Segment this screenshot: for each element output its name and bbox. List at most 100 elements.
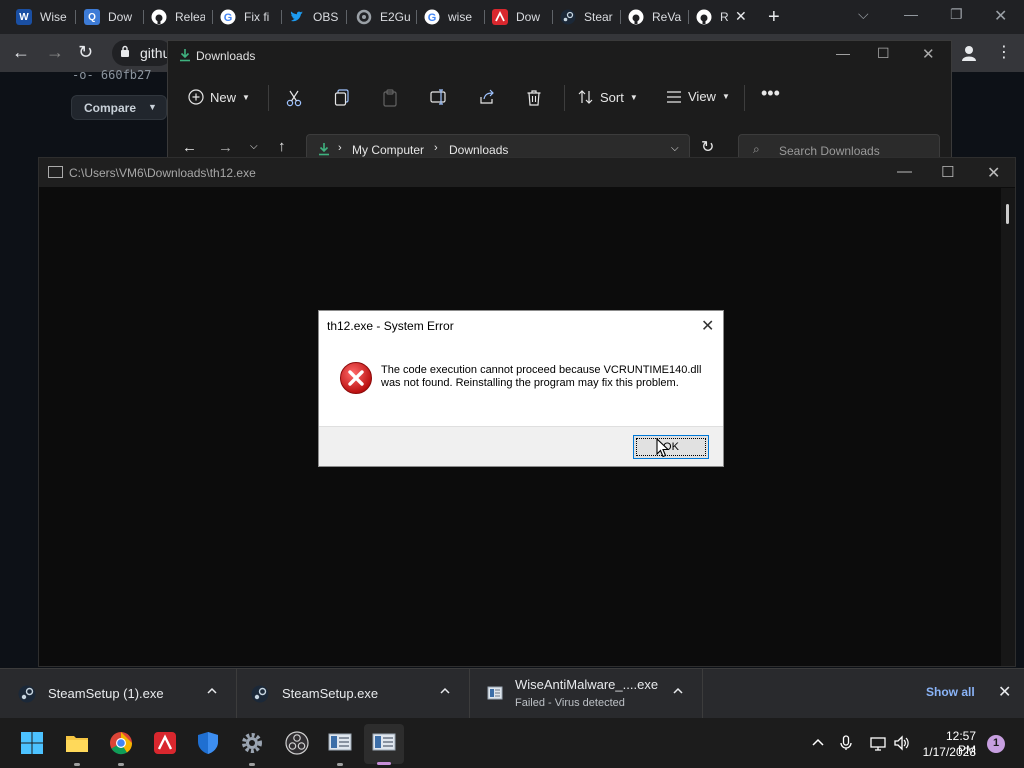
- new-tab-button[interactable]: +: [768, 6, 780, 29]
- reload-icon[interactable]: ↻: [78, 42, 93, 63]
- forward-arrow-icon[interactable]: →: [218, 139, 233, 156]
- tab-fix-files[interactable]: G Fix fi: [220, 4, 274, 30]
- refresh-icon[interactable]: ↻: [701, 137, 714, 157]
- minimize-icon[interactable]: —: [897, 163, 912, 180]
- file-explorer-window: Downloads — ☐ ✕ New ▼ Sort ▼ View ▼ ••• …: [167, 40, 952, 170]
- svg-text:G: G: [224, 12, 233, 24]
- obs-icon[interactable]: [285, 731, 309, 755]
- clock-date[interactable]: 1/17/2023: [918, 745, 976, 759]
- console-title: C:\Users\VM6\Downloads\th12.exe: [69, 166, 256, 180]
- console-app-icon[interactable]: [372, 731, 396, 755]
- more-dots-icon: •••: [761, 83, 780, 103]
- more-options-button[interactable]: •••: [761, 83, 780, 104]
- maximize-icon[interactable]: ☐: [941, 163, 954, 181]
- error-icon: [340, 362, 372, 394]
- chrome-icon[interactable]: [109, 731, 133, 755]
- microphone-icon[interactable]: [838, 735, 854, 751]
- forward-arrow-icon[interactable]: →: [46, 42, 64, 63]
- maximize-icon[interactable]: ☐: [877, 45, 890, 62]
- chevron-up-icon[interactable]: [439, 685, 451, 697]
- show-all-link[interactable]: Show all: [926, 685, 975, 699]
- chevron-up-icon[interactable]: [206, 685, 218, 697]
- chevron-right-icon: ›: [338, 142, 342, 154]
- back-arrow-icon[interactable]: ←: [182, 139, 197, 156]
- chevron-down-icon: ▼: [721, 92, 730, 101]
- file-icon: [487, 686, 503, 700]
- chevron-down-icon: ▼: [148, 102, 157, 112]
- share-button[interactable]: [478, 89, 502, 105]
- minimize-icon[interactable]: —: [904, 6, 918, 22]
- tab-avira-download[interactable]: Dow: [492, 4, 544, 30]
- close-icon[interactable]: ✕: [998, 682, 1011, 702]
- minimize-icon[interactable]: —: [836, 45, 850, 61]
- new-button[interactable]: New ▼: [188, 89, 250, 105]
- console-scrollbar[interactable]: [1001, 188, 1015, 666]
- back-arrow-icon[interactable]: ←: [12, 42, 30, 63]
- steam-icon: [251, 685, 269, 703]
- lock-icon: [121, 45, 129, 57]
- browser-menu-icon[interactable]: ⋮: [996, 42, 1012, 62]
- windows-start-icon[interactable]: [20, 731, 44, 755]
- error-message: The code execution cannot proceed becaus…: [381, 364, 702, 389]
- close-icon[interactable]: ✕: [922, 45, 935, 63]
- tab-obs[interactable]: OBS: [289, 4, 339, 30]
- windows-security-icon[interactable]: [196, 731, 220, 755]
- github-icon: [151, 9, 167, 25]
- search-icon: ⌕: [753, 142, 760, 156]
- tab-wise[interactable]: W Wise: [16, 4, 68, 30]
- copy-button[interactable]: [334, 89, 356, 107]
- notification-badge[interactable]: 1: [987, 735, 1005, 753]
- github-icon: [628, 9, 644, 25]
- up-arrow-icon[interactable]: ↑: [278, 138, 286, 155]
- tab-e2guardian[interactable]: E2Gu: [356, 4, 410, 30]
- cut-button[interactable]: [286, 89, 308, 107]
- tab-downloads-qbit[interactable]: Q Dow: [84, 4, 136, 30]
- google-icon: G: [220, 9, 236, 25]
- ok-button[interactable]: OK: [633, 435, 709, 459]
- virtual-machine-icon[interactable]: [328, 731, 352, 755]
- avira-icon[interactable]: [153, 731, 177, 755]
- tab-wise-search[interactable]: G wise: [424, 4, 476, 30]
- chevron-down-icon[interactable]: ⌵: [671, 143, 679, 154]
- google-icon: G: [424, 9, 440, 25]
- twitter-icon: [289, 9, 305, 25]
- tab-search-icon[interactable]: ⌵: [858, 6, 869, 23]
- compare-button[interactable]: Compare ▼: [71, 95, 167, 120]
- rename-button[interactable]: [430, 89, 454, 105]
- tab-revanced[interactable]: ReVa: [628, 4, 682, 30]
- profile-icon[interactable]: [960, 44, 978, 62]
- download-item[interactable]: SteamSetup (1).exe: [0, 669, 236, 719]
- paste-button[interactable]: [382, 89, 404, 107]
- sort-icon: [578, 90, 593, 104]
- network-icon[interactable]: [870, 735, 886, 751]
- steam-icon: [560, 9, 576, 25]
- sort-button[interactable]: Sort ▼: [578, 89, 638, 105]
- recent-locations-icon[interactable]: ⌵: [250, 141, 258, 152]
- scrollbar-thumb[interactable]: [1006, 204, 1009, 224]
- tab-close-icon[interactable]: ✕: [735, 8, 747, 25]
- tab-steam[interactable]: Stear: [560, 4, 614, 30]
- restore-icon[interactable]: ❐: [950, 6, 963, 23]
- command-bar: New ▼ Sort ▼ View ▼ •••: [168, 75, 951, 119]
- view-button[interactable]: View ▼: [666, 89, 730, 104]
- tab-active-github[interactable]: R: [696, 4, 732, 30]
- close-icon[interactable]: ✕: [701, 316, 714, 336]
- download-folder-icon: [180, 49, 190, 62]
- download-item-failed[interactable]: WiseAntiMalware_....exe Failed - Virus d…: [470, 669, 702, 719]
- avira-icon: [492, 9, 508, 25]
- delete-button[interactable]: [526, 89, 548, 107]
- settings-gear-icon[interactable]: [240, 731, 264, 755]
- close-icon[interactable]: ✕: [987, 163, 1000, 183]
- file-explorer-icon[interactable]: [65, 731, 89, 755]
- breadcrumb-my-computer[interactable]: My Computer: [352, 143, 424, 157]
- steam-icon: [18, 685, 36, 703]
- chevron-up-icon[interactable]: [810, 735, 826, 751]
- chevron-up-icon[interactable]: [672, 685, 684, 697]
- download-item[interactable]: SteamSetup.exe: [237, 669, 469, 719]
- breadcrumb-downloads[interactable]: Downloads: [449, 143, 508, 157]
- close-icon[interactable]: ✕: [994, 6, 1007, 26]
- tab-releases[interactable]: Relea: [151, 4, 205, 30]
- commit-hash[interactable]: -o- 660fb27: [72, 68, 151, 82]
- volume-icon[interactable]: [893, 735, 909, 751]
- wise-icon: W: [16, 9, 32, 25]
